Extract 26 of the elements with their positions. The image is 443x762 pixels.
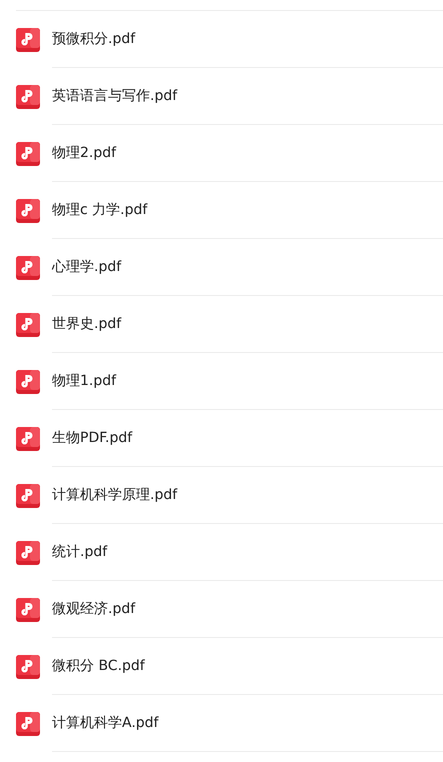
pdf-file-icon — [16, 370, 40, 394]
file-name[interactable]: 计算机科学A.pdf — [52, 714, 158, 732]
pdf-file-icon — [16, 256, 40, 280]
pdf-file-icon — [16, 484, 40, 508]
file-name[interactable]: 物理2.pdf — [52, 144, 116, 162]
pdf-file-icon — [16, 198, 40, 222]
file-name[interactable]: 微观经济.pdf — [52, 600, 136, 618]
file-name[interactable]: 预微积分.pdf — [52, 30, 136, 48]
file-name[interactable]: 计算机科学原理.pdf — [52, 486, 178, 504]
pdf-file-icon — [16, 654, 40, 678]
file-name[interactable]: 英语语言与写作.pdf — [52, 87, 178, 105]
pdf-file-icon — [16, 540, 40, 564]
file-name[interactable]: 物理c 力学.pdf — [52, 201, 148, 219]
file-name[interactable]: 心理学.pdf — [52, 258, 122, 276]
file-name[interactable]: 生物PDF.pdf — [52, 429, 132, 447]
pdf-file-icon — [16, 312, 40, 336]
file-name[interactable]: 统计.pdf — [52, 543, 108, 561]
pdf-file-icon — [16, 142, 40, 166]
file-name[interactable]: 微积分 BC.pdf — [52, 657, 145, 675]
file-name[interactable]: 物理1.pdf — [52, 372, 116, 390]
pdf-file-icon — [16, 28, 40, 52]
pdf-file-icon — [16, 598, 40, 622]
file-name[interactable]: 世界史.pdf — [52, 315, 122, 333]
pdf-file-icon — [16, 84, 40, 108]
pdf-file-icon — [16, 426, 40, 450]
pdf-file-icon — [16, 712, 40, 736]
